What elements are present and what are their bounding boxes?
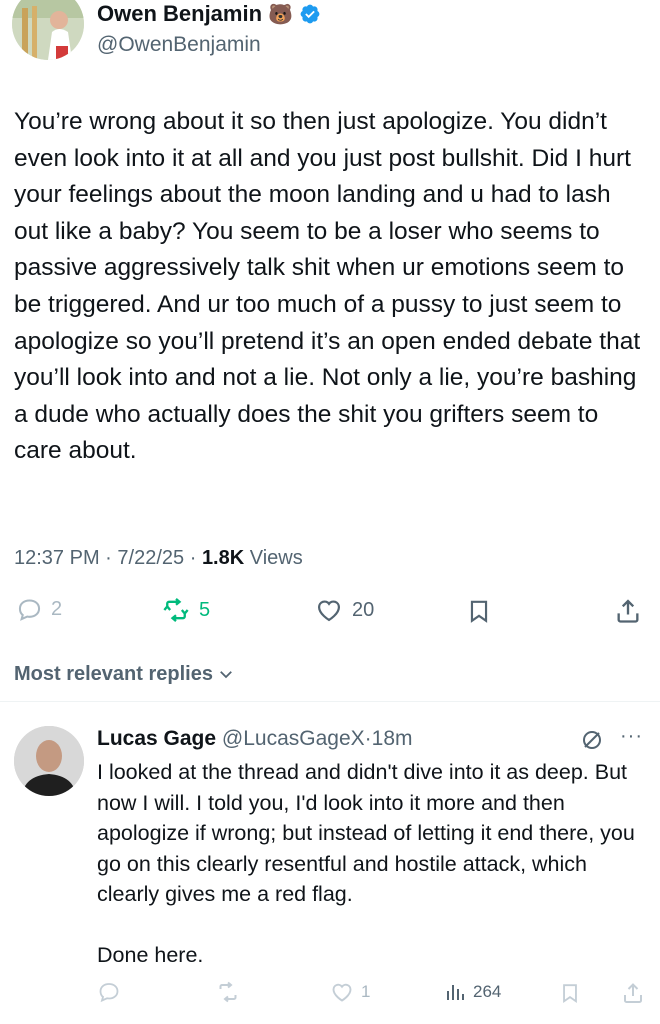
reply-age[interactable]: 18m: [372, 727, 413, 750]
reply-like-button[interactable]: 1: [329, 980, 370, 1004]
share-icon: [624, 983, 642, 1003]
views-label: Views: [249, 547, 303, 569]
tweet-text: You’re wrong about it so then just apolo…: [14, 108, 647, 465]
reply-avatar[interactable]: [14, 726, 84, 796]
reply-count: 2: [51, 598, 63, 620]
bookmark-button[interactable]: [466, 596, 492, 631]
reply-author-handle[interactable]: @LucasGageX: [222, 727, 365, 750]
grok-icon: [583, 731, 601, 749]
repost-icon: [163, 598, 189, 622]
reply-button[interactable]: 2: [16, 596, 62, 623]
replies-sort-dropdown[interactable]: Most relevant replies: [14, 659, 235, 689]
reply-bookmark-button[interactable]: [559, 980, 581, 1006]
chevron-down-icon: [220, 671, 232, 679]
reply-icon: [99, 983, 119, 1003]
tweet-date[interactable]: 7/22/25: [117, 547, 184, 569]
reply-like-count: 1: [361, 982, 371, 1001]
reply-action-bar: 1 264: [97, 980, 647, 1012]
reply-views[interactable]: 264: [443, 980, 501, 1004]
views-count: 1.8K: [201, 547, 245, 569]
share-icon: [617, 599, 639, 623]
like-icon: [332, 983, 352, 1002]
tweet-time[interactable]: 12:37 PM: [14, 547, 100, 569]
reply-header: Lucas Gage @LucasGageX·18m: [97, 724, 413, 754]
sort-label: Most relevant replies: [14, 663, 213, 685]
reply-reply-button[interactable]: [97, 980, 121, 1004]
bear-emoji: 🐻: [268, 4, 293, 26]
author-handle[interactable]: @OwenBenjamin: [97, 31, 261, 59]
reply-repost-button[interactable]: [215, 980, 241, 1004]
more-button[interactable]: ···: [620, 725, 643, 748]
repost-button[interactable]: 5: [161, 596, 210, 624]
divider: [0, 701, 660, 702]
meta-sep: ·: [189, 547, 197, 569]
repost-icon: [219, 981, 237, 1003]
verified-badge-icon: [300, 4, 320, 24]
author-name[interactable]: Owen Benjamin 🐻: [97, 0, 321, 29]
reply-share-button[interactable]: [621, 980, 645, 1006]
author-name-text: Owen Benjamin: [97, 1, 263, 26]
reply-text: I looked at the thread and didn't dive i…: [97, 760, 635, 967]
reply-views-count: 264: [473, 982, 502, 1001]
tweet-meta: 12:37 PM · 7/22/25 · 1.8K Views: [14, 543, 303, 573]
bookmark-icon: [563, 984, 577, 1003]
reply-author-name[interactable]: Lucas Gage: [97, 727, 216, 750]
like-icon: [317, 600, 341, 622]
author-avatar[interactable]: [12, 0, 84, 60]
share-button[interactable]: [614, 596, 642, 631]
views-icon: [447, 985, 464, 1000]
repost-count: 5: [199, 598, 211, 621]
bookmark-icon: [470, 600, 488, 623]
like-count: 20: [352, 598, 375, 621]
grok-button[interactable]: [580, 728, 604, 757]
meta-sep: ·: [105, 547, 112, 569]
reply-sep: ·: [364, 727, 372, 750]
reply-icon: [18, 599, 41, 621]
like-button[interactable]: 20: [314, 596, 374, 624]
more-icon: ···: [620, 725, 643, 747]
